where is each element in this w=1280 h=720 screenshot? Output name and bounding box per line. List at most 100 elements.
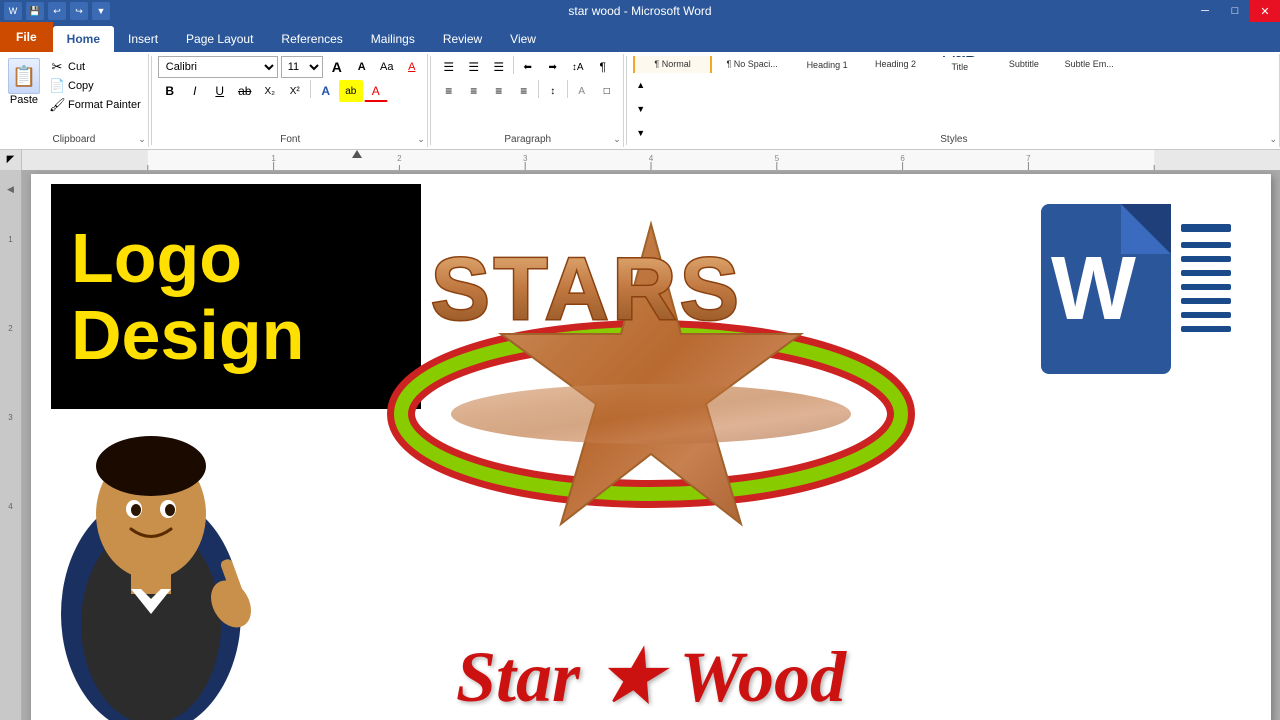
- tab-pagelayout[interactable]: Page Layout: [172, 26, 267, 52]
- logo-design-box: Logo Design: [51, 184, 421, 409]
- page-ruler-3: 3: [8, 413, 12, 422]
- font-size-select[interactable]: 11: [281, 56, 323, 78]
- format-painter-button[interactable]: 🖌 Format Painter: [46, 96, 144, 114]
- sep-para2: [538, 80, 539, 98]
- tab-review[interactable]: Review: [429, 26, 496, 52]
- window-title: star wood - Microsoft Word: [568, 4, 711, 18]
- justify-button[interactable]: ≡: [512, 80, 536, 102]
- paragraph-group: ☰ ☰ ☰ ⬅ ➡ ↕A ¶ ≡ ≡ ≡ ≡ ↕ A □ Paragraph: [433, 54, 624, 147]
- quick-access-save[interactable]: 💾: [26, 2, 44, 20]
- italic-button[interactable]: I: [183, 80, 207, 102]
- style-h1-label: Heading 1: [807, 60, 848, 70]
- multilevel-button[interactable]: ☰: [487, 56, 511, 78]
- style-normal-preview: AaBbCcDc: [641, 56, 705, 57]
- style-normal[interactable]: AaBbCcDc ¶ Normal: [633, 56, 713, 73]
- sep-font: [310, 80, 311, 98]
- logo-line2: Design: [71, 297, 304, 374]
- tab-home[interactable]: Home: [53, 26, 114, 52]
- styles-scroll-up[interactable]: ▲: [636, 80, 645, 90]
- font-format-row: B I U ab X₂ X² A ab A: [158, 80, 388, 102]
- tab-references[interactable]: References: [267, 26, 356, 52]
- style-subtitle-preview: AaBbCc.: [1000, 56, 1047, 57]
- copy-button[interactable]: 📄 Copy: [46, 77, 144, 95]
- sort-button[interactable]: ↕A: [566, 56, 590, 78]
- font-grow-button[interactable]: A: [326, 56, 348, 78]
- text-effects-button[interactable]: A: [314, 80, 338, 102]
- tab-insert[interactable]: Insert: [114, 26, 172, 52]
- line-spacing-button[interactable]: ↕: [541, 80, 565, 102]
- quick-access-undo[interactable]: ↩: [48, 2, 66, 20]
- underline-button[interactable]: U: [208, 80, 232, 102]
- font-shrink-button[interactable]: A: [351, 56, 373, 78]
- window-controls-left: W 💾 ↩ ↪ ▼: [4, 2, 110, 20]
- numbering-button[interactable]: ☰: [462, 56, 486, 78]
- styles-label: Styles: [629, 134, 1279, 145]
- starwood-center: STARS: [371, 174, 931, 604]
- paragraph-expand[interactable]: ⌄: [613, 134, 621, 145]
- svg-text:3: 3: [523, 154, 528, 163]
- ruler-area: ◤ 1 2 3 4 5 6 7: [0, 150, 1280, 170]
- para-content: ☰ ☰ ☰ ⬅ ➡ ↕A ¶ ≡ ≡ ≡ ≡ ↕ A □: [437, 56, 619, 145]
- style-subtle-em-label: Subtle Em...: [1065, 59, 1114, 69]
- show-marks-button[interactable]: ¶: [591, 56, 615, 78]
- align-right-button[interactable]: ≡: [487, 80, 511, 102]
- bold-button[interactable]: B: [158, 80, 182, 102]
- font-expand[interactable]: ⌄: [417, 134, 425, 145]
- tab-view[interactable]: View: [496, 26, 550, 52]
- clear-format-button[interactable]: A: [401, 56, 423, 78]
- style-heading2[interactable]: AaBbCc Heading 2: [864, 56, 927, 73]
- style-title-label: Title: [952, 62, 969, 72]
- cut-button[interactable]: ✂ Cut: [46, 58, 144, 76]
- change-case-button[interactable]: Aa: [376, 56, 398, 78]
- minimize-button[interactable]: ─: [1190, 0, 1220, 22]
- styles-group: AaBbCcDc ¶ Normal AaBbCcDc ¶ No Spaci...…: [629, 54, 1280, 147]
- tab-file[interactable]: File: [0, 22, 53, 52]
- style-subtitle[interactable]: AaBbCc. Subtitle: [993, 56, 1055, 73]
- style-heading1[interactable]: AaBbCc Heading 1: [792, 56, 862, 73]
- styles-scroll-down[interactable]: ▼: [636, 104, 645, 114]
- subscript-button[interactable]: X₂: [258, 80, 282, 102]
- maximize-button[interactable]: □: [1220, 0, 1250, 22]
- font-name-select[interactable]: Calibri: [158, 56, 278, 78]
- starwood-bottom-text: Star ★ Wood: [456, 634, 846, 719]
- align-center-button[interactable]: ≡: [462, 80, 486, 102]
- style-subtle-em-preview: AaBbCcD: [1063, 56, 1116, 57]
- svg-text:6: 6: [900, 154, 905, 163]
- quick-access-redo[interactable]: ↪: [70, 2, 88, 20]
- paste-button[interactable]: 📋 Paste: [4, 56, 44, 108]
- ruler-left-button[interactable]: ◤: [0, 150, 22, 170]
- style-title[interactable]: AaB Title: [929, 56, 991, 73]
- page-ruler-2: 2: [8, 324, 12, 333]
- tab-mailings[interactable]: Mailings: [357, 26, 429, 52]
- styles-expand[interactable]: ⌄: [1269, 134, 1277, 145]
- increase-indent-button[interactable]: ➡: [541, 56, 565, 78]
- ribbon-body: 📋 Paste ✂ Cut 📄 Copy 🖌 Format Painter Cl…: [0, 52, 1280, 150]
- quick-access-more[interactable]: ▼: [92, 2, 110, 20]
- svg-text:2: 2: [397, 154, 402, 163]
- document-page: Logo Design W: [31, 174, 1271, 720]
- decrease-indent-button[interactable]: ⬅: [516, 56, 540, 78]
- style-normal-label: ¶ Normal: [654, 59, 690, 69]
- clipboard-expand[interactable]: ⌄: [138, 134, 146, 145]
- starwood-text: Star ★ Wood: [456, 637, 846, 717]
- copy-label: Copy: [68, 80, 94, 92]
- align-left-button[interactable]: ≡: [437, 80, 461, 102]
- shading-button[interactable]: A: [570, 80, 594, 102]
- style-h2-preview: AaBbCc: [870, 56, 921, 57]
- text-highlight-button[interactable]: ab: [339, 80, 363, 102]
- style-no-spacing[interactable]: AaBbCcDc ¶ No Spaci...: [714, 56, 790, 73]
- window-controls-right: ─ □ ✕: [1190, 0, 1280, 22]
- strikethrough-button[interactable]: ab: [233, 80, 257, 102]
- document-area[interactable]: Logo Design W: [22, 170, 1280, 720]
- superscript-button[interactable]: X²: [283, 80, 307, 102]
- close-button[interactable]: ✕: [1250, 0, 1280, 22]
- ribbon-tabs: File Home Insert Page Layout References …: [0, 22, 1280, 52]
- style-subtitle-label: Subtitle: [1009, 59, 1039, 69]
- bullets-button[interactable]: ☰: [437, 56, 461, 78]
- styles-content: AaBbCcDc ¶ Normal AaBbCcDc ¶ No Spaci...…: [633, 56, 1122, 73]
- page-ruler-4: 4: [8, 502, 12, 511]
- borders-button[interactable]: □: [595, 80, 619, 102]
- title-bar: W 💾 ↩ ↪ ▼ star wood - Microsoft Word ─ □…: [0, 0, 1280, 22]
- style-subtle-em[interactable]: AaBbCcD Subtle Em...: [1057, 56, 1122, 73]
- font-color-button[interactable]: A: [364, 80, 388, 102]
